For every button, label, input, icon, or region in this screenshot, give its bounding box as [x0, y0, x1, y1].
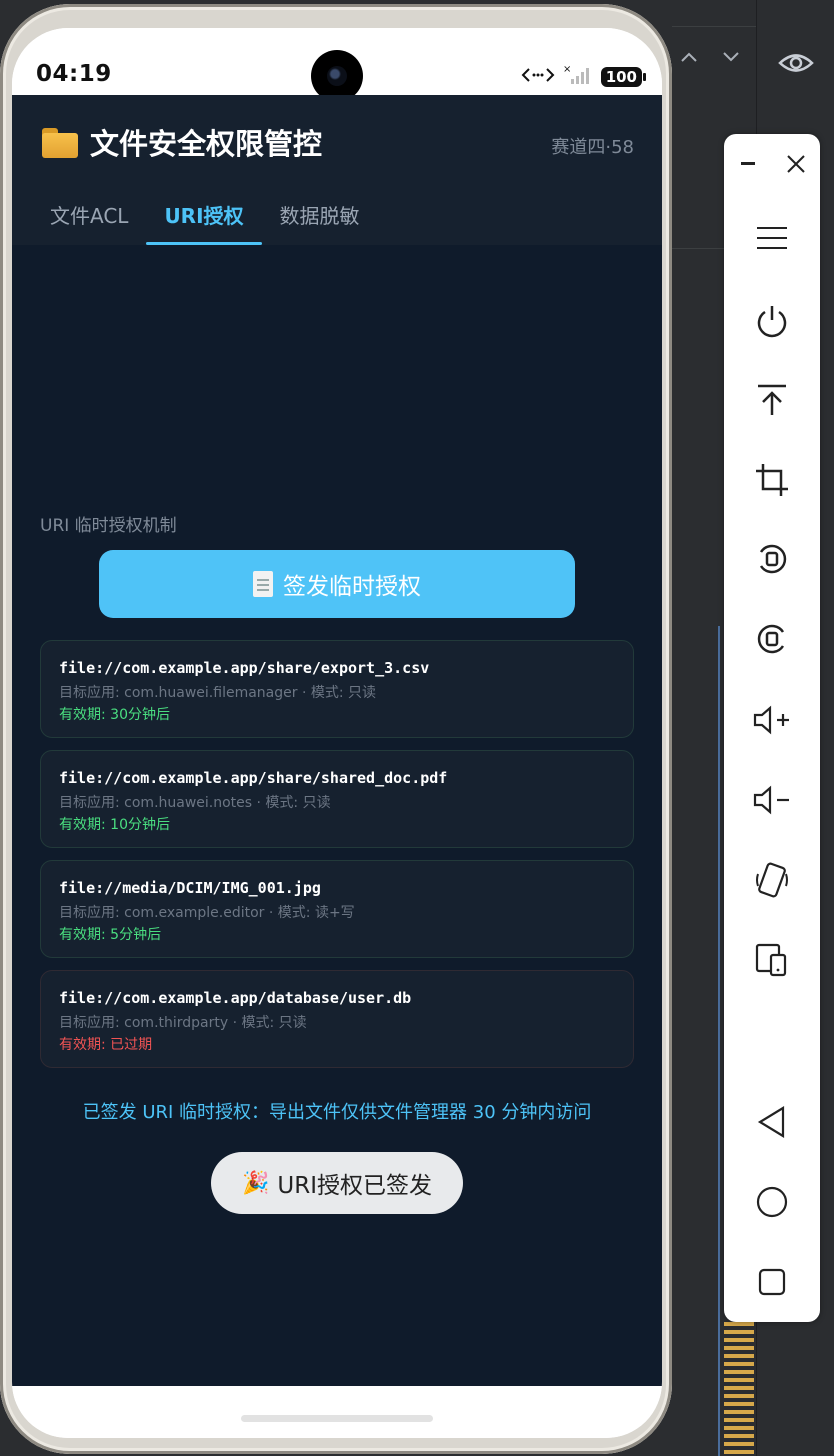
folder-icon: [42, 126, 78, 158]
tab-uri-grant[interactable]: URI授权: [146, 185, 262, 245]
emulator-toolbar: [724, 134, 820, 1322]
status-notice: 已签发 URI 临时授权：导出文件仅供文件管理器 30 分钟内访问: [82, 1102, 592, 1123]
toast-text: URI授权已签发: [277, 1173, 432, 1199]
grant-meta: 目标应用: com.example.editor · 模式: 读+写: [59, 905, 355, 921]
grant-list: file://com.example.app/share/export_3.cs…: [40, 640, 634, 1080]
ide-decoration: [724, 1322, 754, 1456]
overview-icon[interactable]: [724, 1252, 820, 1312]
eye-icon[interactable]: [778, 50, 814, 80]
ide-scroll-track: [718, 626, 720, 1456]
document-icon: [253, 571, 273, 597]
grant-path: file://media/DCIM/IMG_001.jpg: [59, 879, 321, 897]
svg-text:×: ×: [563, 64, 571, 75]
rotate-right-icon[interactable]: [724, 609, 820, 669]
chevron-up-icon[interactable]: [680, 44, 698, 68]
crop-icon[interactable]: [724, 450, 820, 510]
section-label: URI 临时授权机制: [40, 516, 177, 536]
upload-icon[interactable]: [724, 370, 820, 430]
power-icon[interactable]: [724, 291, 820, 351]
ide-divider: [672, 26, 756, 27]
grant-expiry: 有效期: 5分钟后: [59, 927, 162, 943]
toast: 🎉 URI授权已签发: [211, 1152, 463, 1214]
grant-meta: 目标应用: com.thirdparty · 模式: 只读: [59, 1015, 307, 1031]
menu-icon[interactable]: [724, 208, 820, 268]
signal-icon: ×: [563, 64, 593, 90]
grant-path: file://com.example.app/share/export_3.cs…: [59, 659, 430, 677]
close-icon[interactable]: [748, 134, 834, 194]
party-popper-icon: 🎉: [241, 1170, 270, 1196]
volume-down-icon[interactable]: [724, 770, 820, 830]
issue-grant-label: 签发临时授权: [283, 574, 421, 600]
grant-expiry: 有效期: 10分钟后: [59, 817, 170, 833]
grant-expiry: 有效期: 30分钟后: [59, 707, 170, 723]
ide-divider: [672, 248, 724, 249]
page-title: 文件安全权限管控: [42, 121, 322, 163]
battery-icon: 100: [600, 67, 647, 87]
rotate-left-icon[interactable]: [724, 529, 820, 589]
grant-card[interactable]: file://media/DCIM/IMG_001.jpg 目标应用: com.…: [40, 860, 634, 958]
grant-card[interactable]: file://com.example.app/share/shared_doc.…: [40, 750, 634, 848]
grant-meta: 目标应用: com.huawei.notes · 模式: 只读: [59, 795, 331, 811]
tab-bar: 文件ACL URI授权 数据脱敏: [12, 185, 662, 245]
shake-icon[interactable]: [724, 850, 820, 910]
data-transfer-icon: [521, 66, 555, 88]
home-icon[interactable]: [724, 1172, 820, 1232]
page-title-text: 文件安全权限管控: [90, 127, 323, 161]
grant-card[interactable]: file://com.example.app/database/user.db …: [40, 970, 634, 1068]
back-icon[interactable]: [724, 1092, 820, 1152]
volume-up-icon[interactable]: [724, 690, 820, 750]
status-icons: × 100: [521, 64, 647, 90]
grant-meta: 目标应用: com.huawei.filemanager · 模式: 只读: [59, 685, 377, 701]
grant-card[interactable]: file://com.example.app/share/export_3.cs…: [40, 640, 634, 738]
grant-path: file://com.example.app/share/shared_doc.…: [59, 769, 448, 787]
fold-icon[interactable]: [724, 930, 820, 990]
status-time: 04:19: [36, 61, 112, 87]
phone-screen: 04:19 × 100 文件安全权限管控 赛道四·58 文件ACL URI授权 …: [12, 28, 662, 1438]
issue-grant-button[interactable]: 签发临时授权: [99, 550, 575, 618]
grant-expiry-expired: 有效期: 已过期: [59, 1037, 153, 1053]
app-container: 文件安全权限管控 赛道四·58 文件ACL URI授权 数据脱敏 URI 临时授…: [12, 95, 662, 1386]
chevron-down-icon[interactable]: [722, 44, 740, 68]
app-header: 文件安全权限管控 赛道四·58 文件ACL URI授权 数据脱敏: [12, 95, 662, 245]
status-bar: 04:19 × 100: [12, 28, 662, 102]
grant-path: file://com.example.app/database/user.db: [59, 989, 412, 1007]
tab-file-acl[interactable]: 文件ACL: [12, 185, 146, 245]
home-indicator[interactable]: [241, 1415, 433, 1422]
tab-data-masking[interactable]: 数据脱敏: [262, 185, 378, 245]
gesture-bar: [12, 1386, 662, 1438]
track-label: 赛道四·58: [551, 137, 634, 158]
